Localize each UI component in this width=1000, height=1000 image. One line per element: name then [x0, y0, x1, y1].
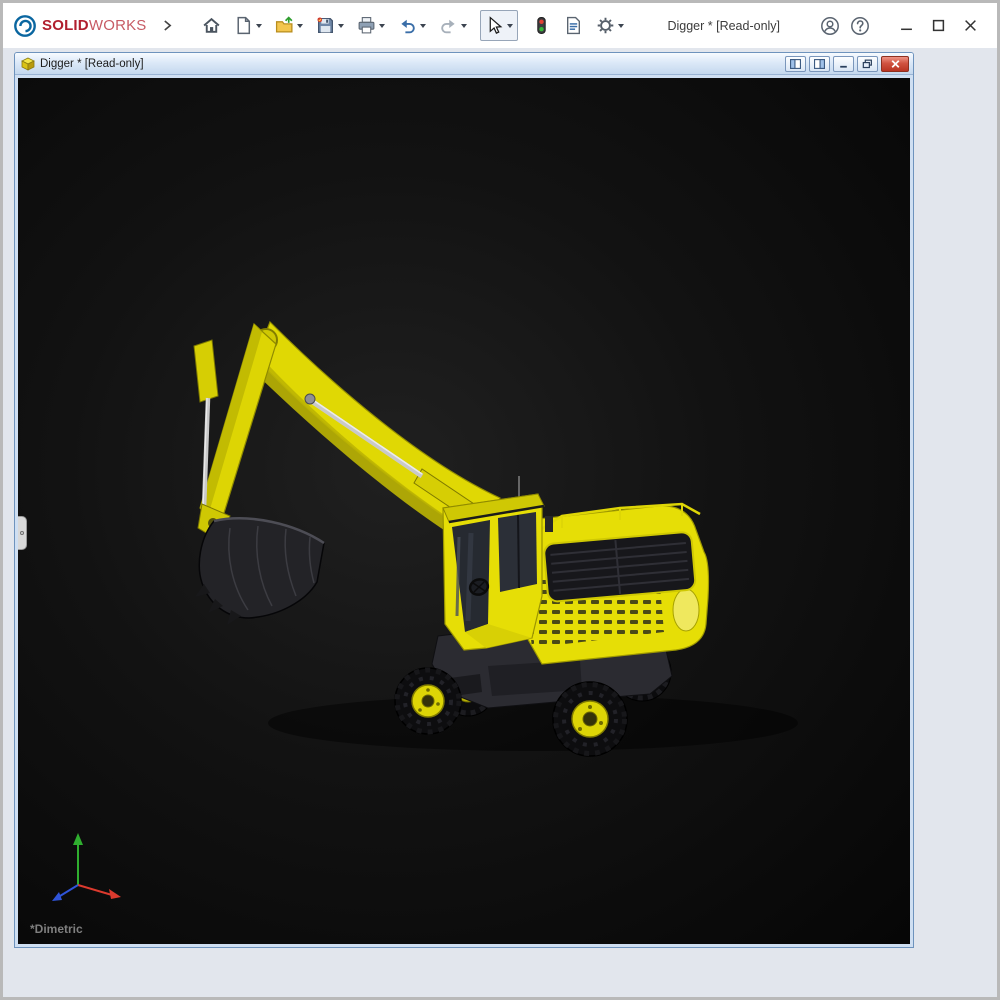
minimize-icon: [900, 19, 913, 32]
new-document-dropdown-icon[interactable]: [256, 24, 262, 28]
toolbar-expand-chevron-icon[interactable]: [159, 15, 176, 36]
main-toolbar: SOLIDWORKS: [3, 3, 997, 48]
open-button[interactable]: [271, 11, 307, 41]
print-icon: [357, 16, 376, 35]
user-account-button[interactable]: [815, 11, 845, 41]
redo-icon: [439, 16, 458, 35]
document-titlebar[interactable]: Digger * [Read-only]: [15, 53, 913, 75]
show-pane-left-button[interactable]: [785, 56, 806, 72]
close-icon: [964, 19, 977, 32]
maximize-icon: [932, 19, 945, 32]
doc-close-button[interactable]: [881, 56, 909, 72]
document-window: Digger * [Read-only]: [14, 52, 914, 948]
select-cursor-icon: [485, 16, 504, 35]
document-title: Digger * [Read-only]: [40, 58, 782, 70]
options-dropdown-icon[interactable]: [618, 24, 624, 28]
select-tool-button[interactable]: [480, 10, 518, 41]
traffic-light-icon: [532, 16, 551, 35]
rear-panel: [673, 589, 699, 631]
bucket: [195, 518, 324, 625]
undo-button[interactable]: [394, 11, 430, 41]
save-button[interactable]: [312, 11, 348, 41]
redo-button[interactable]: [435, 11, 471, 41]
orientation-triad[interactable]: [34, 825, 129, 910]
mdi-area: Digger * [Read-only]: [3, 48, 997, 997]
help-button[interactable]: [845, 11, 875, 41]
save-dropdown-icon[interactable]: [338, 24, 344, 28]
pane-right-icon: [814, 59, 825, 69]
brand-name-bold: SOLID: [42, 17, 89, 34]
doc-restore-icon: [862, 59, 873, 69]
app-title: Digger * [Read-only]: [667, 19, 780, 33]
home-icon: [202, 16, 221, 35]
home-button[interactable]: [198, 11, 225, 41]
viewport-3d[interactable]: *Dimetric: [18, 78, 910, 944]
x-axis: [78, 885, 112, 895]
z-axis-arrow: [52, 892, 62, 901]
exhaust: [545, 516, 553, 532]
undo-dropdown-icon[interactable]: [420, 24, 426, 28]
doc-close-icon: [890, 59, 901, 69]
window-controls: [891, 11, 987, 41]
z-axis: [60, 885, 78, 896]
select-dropdown-icon[interactable]: [507, 24, 513, 28]
doc-minimize-icon: [838, 59, 849, 69]
file-properties-icon: [564, 16, 583, 35]
file-properties-button[interactable]: [560, 11, 587, 41]
view-orientation-label: *Dimetric: [30, 922, 83, 936]
app-frame: SOLIDWORKS: [3, 3, 997, 997]
options-button[interactable]: [592, 11, 628, 41]
doc-minimize-button[interactable]: [833, 56, 854, 72]
maximize-button[interactable]: [923, 11, 955, 41]
open-icon: [275, 16, 294, 35]
print-dropdown-icon[interactable]: [379, 24, 385, 28]
gear-icon: [596, 16, 615, 35]
brand-name-light: WORKS: [89, 17, 147, 34]
user-account-icon: [820, 16, 840, 36]
engine-hood: [543, 531, 695, 602]
print-button[interactable]: [353, 11, 389, 41]
new-document-icon: [234, 16, 253, 35]
xpress-products-button[interactable]: [528, 11, 555, 41]
featuremanager-collapse-tab[interactable]: [18, 516, 27, 550]
3ds-logo-icon: [13, 14, 37, 38]
x-axis-arrow: [109, 889, 121, 899]
digger-model[interactable]: [18, 78, 910, 944]
save-icon: [316, 16, 335, 35]
collapse-tab-dot-icon: [20, 531, 24, 535]
open-dropdown-icon[interactable]: [297, 24, 303, 28]
doc-restore-button[interactable]: [857, 56, 878, 72]
redo-dropdown-icon[interactable]: [461, 24, 467, 28]
solidworks-logo: SOLIDWORKS: [13, 14, 147, 38]
show-pane-right-button[interactable]: [809, 56, 830, 72]
y-axis-arrow: [73, 833, 83, 845]
part-document-icon: [21, 57, 35, 71]
minimize-button[interactable]: [891, 11, 923, 41]
help-icon: [850, 16, 870, 36]
engine-housing: [520, 504, 709, 664]
solidworks-window: SOLIDWORKS: [0, 0, 1000, 1000]
new-document-button[interactable]: [230, 11, 266, 41]
wheel-rear-outer: [553, 682, 627, 756]
wheel-front-outer: [395, 668, 461, 734]
undo-icon: [398, 16, 417, 35]
pane-left-icon: [790, 59, 801, 69]
close-button[interactable]: [955, 11, 987, 41]
